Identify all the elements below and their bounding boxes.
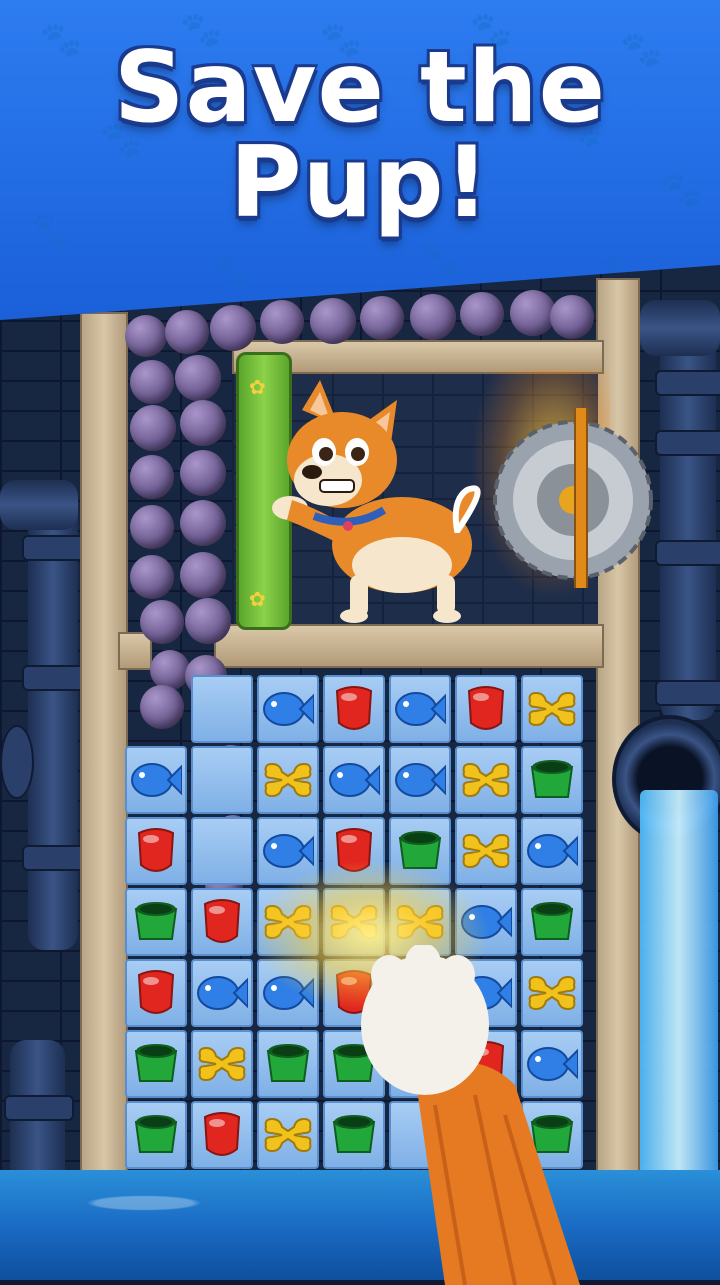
pipe-joint bbox=[655, 370, 720, 396]
bucket-tile[interactable] bbox=[125, 1101, 187, 1169]
frame-left-column bbox=[80, 312, 128, 1176]
pipe-valve bbox=[0, 725, 34, 799]
banner-title-line2: Pup! bbox=[229, 126, 491, 240]
gem-tile[interactable] bbox=[125, 959, 187, 1027]
fish-tile[interactable] bbox=[257, 675, 319, 743]
purple-rock bbox=[410, 294, 456, 340]
purple-rock bbox=[185, 598, 231, 644]
purple-rock bbox=[130, 455, 174, 499]
purple-rock bbox=[550, 295, 594, 339]
saw-hazard bbox=[493, 408, 653, 588]
gem-tile[interactable] bbox=[455, 675, 517, 743]
fish-tile[interactable] bbox=[191, 959, 253, 1027]
dog-character bbox=[272, 380, 481, 623]
board-cell[interactable] bbox=[191, 675, 253, 743]
banner-title-line1: Save the bbox=[113, 31, 607, 145]
purple-rock bbox=[175, 355, 221, 401]
purple-rock bbox=[510, 290, 556, 336]
bone-tile[interactable] bbox=[257, 1101, 319, 1169]
board-cell[interactable] bbox=[191, 817, 253, 885]
pipe-joint bbox=[22, 665, 88, 691]
bone-tile[interactable] bbox=[521, 675, 583, 743]
purple-rock bbox=[180, 400, 226, 446]
cat-paw-hand bbox=[361, 945, 580, 1285]
purple-rock bbox=[130, 360, 174, 404]
purple-rock bbox=[180, 450, 226, 496]
purple-rock bbox=[140, 600, 184, 644]
purple-rock bbox=[180, 552, 226, 598]
pipe-joint bbox=[4, 1095, 74, 1121]
purple-rock bbox=[260, 300, 304, 344]
pipe-joint bbox=[655, 680, 720, 706]
bucket-tile[interactable] bbox=[125, 888, 187, 956]
gem-tile[interactable] bbox=[125, 817, 187, 885]
purple-rock bbox=[360, 296, 404, 340]
purple-rock bbox=[310, 298, 356, 344]
gem-tile[interactable] bbox=[191, 888, 253, 956]
purple-rock bbox=[210, 305, 256, 351]
bone-tile[interactable] bbox=[455, 746, 517, 814]
left-pipe-horizontal bbox=[0, 480, 78, 530]
bucket-tile[interactable] bbox=[521, 746, 583, 814]
fish-tile[interactable] bbox=[125, 746, 187, 814]
pipe-joint bbox=[655, 430, 720, 456]
paw-print-icon: 🐾 bbox=[420, 240, 463, 280]
gem-tile[interactable] bbox=[191, 1101, 253, 1169]
bucket-tile[interactable] bbox=[257, 1030, 319, 1098]
dog-floor-shelf bbox=[214, 624, 604, 668]
bone-tile[interactable] bbox=[191, 1030, 253, 1098]
waterfall bbox=[640, 790, 718, 1210]
fish-tile[interactable] bbox=[323, 746, 385, 814]
fish-tile[interactable] bbox=[389, 746, 451, 814]
purple-rock bbox=[460, 292, 504, 336]
purple-rock bbox=[125, 315, 167, 357]
board-cell[interactable] bbox=[191, 746, 253, 814]
right-pipe-top bbox=[640, 300, 720, 356]
paw-print-icon: 🐾 bbox=[210, 250, 253, 290]
bucket-tile[interactable] bbox=[125, 1030, 187, 1098]
purple-rock bbox=[165, 310, 209, 354]
fish-tile[interactable] bbox=[389, 675, 451, 743]
pipe-joint bbox=[655, 540, 720, 566]
pipe-joint bbox=[22, 535, 88, 561]
bone-tile[interactable] bbox=[257, 746, 319, 814]
right-pipe-vertical bbox=[660, 300, 716, 720]
pipe-joint bbox=[22, 845, 88, 871]
purple-rock bbox=[130, 505, 174, 549]
gem-tile[interactable] bbox=[323, 675, 385, 743]
purple-rock bbox=[130, 405, 176, 451]
fish-tile[interactable] bbox=[521, 817, 583, 885]
purple-rock bbox=[130, 555, 174, 599]
purple-rock bbox=[180, 500, 226, 546]
